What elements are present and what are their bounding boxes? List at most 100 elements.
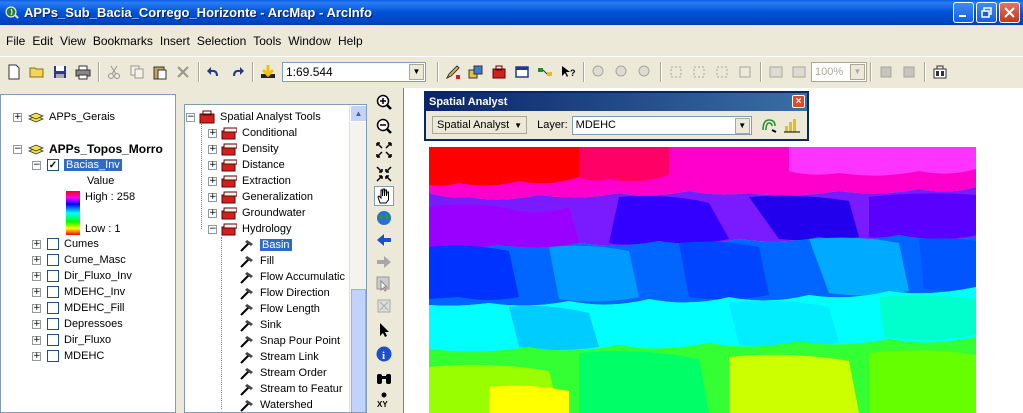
open-button[interactable] [26, 61, 48, 83]
contour-button[interactable] [758, 114, 780, 136]
expand-icon[interactable]: + [208, 160, 217, 170]
expand-icon[interactable]: + [32, 303, 41, 313]
add-data-button[interactable] [257, 61, 279, 83]
map-scale-combo[interactable]: 1:69.544 ▼ [282, 61, 426, 82]
menu-bookmarks[interactable]: Bookmarks [93, 34, 153, 48]
menu-help[interactable]: Help [338, 34, 363, 48]
collapse-icon[interactable]: − [32, 160, 41, 170]
layer-bacias-inv[interactable]: − ✓ Bacias_Inv [32, 157, 122, 173]
zoom-in-tool[interactable] [374, 92, 394, 112]
undo-button[interactable] [203, 61, 225, 83]
layer-dir-fluxo[interactable]: + Dir_Fluxo [32, 332, 111, 348]
zoom-100-button[interactable] [688, 61, 710, 83]
minimize-button[interactable] [953, 2, 974, 23]
toolset-conditional[interactable]: + Conditional [208, 125, 297, 141]
toggle-draft-button[interactable] [875, 61, 897, 83]
menu-edit[interactable]: Edit [32, 34, 53, 48]
chevron-down-icon[interactable]: ▼ [409, 63, 424, 80]
expand-icon[interactable]: + [208, 208, 217, 218]
fixed-zoom-out-button[interactable] [734, 61, 756, 83]
focus-data-frame-button[interactable] [898, 61, 920, 83]
identify-tool[interactable]: i [374, 344, 394, 364]
layer-depressoes[interactable]: + Depressoes [32, 316, 123, 332]
layer-visibility-checkbox[interactable] [47, 318, 59, 330]
expand-icon[interactable]: + [13, 112, 22, 122]
layer-visibility-checkbox[interactable] [47, 238, 59, 250]
basin-raster-map[interactable] [429, 147, 976, 413]
tool-stream-link[interactable]: Stream Link [239, 349, 319, 365]
toolset-groundwater[interactable]: + Groundwater [208, 205, 306, 221]
fixed-zoom-out-tool[interactable] [374, 164, 394, 184]
layout-zoom-out-button[interactable] [611, 61, 633, 83]
command-line-button[interactable] [511, 61, 533, 83]
menu-insert[interactable]: Insert [160, 34, 190, 48]
delete-button[interactable] [172, 61, 194, 83]
go-to-xy-tool[interactable]: XY [374, 390, 394, 410]
expand-icon[interactable]: + [32, 255, 41, 265]
layer-group-apptopos[interactable]: − APPs_Topos_Morro [13, 141, 163, 157]
tool-snap-pour-point[interactable]: Snap Pour Point [239, 333, 340, 349]
cut-button[interactable] [103, 61, 125, 83]
layer-dir-fluxo-inv[interactable]: + Dir_Fluxo_Inv [32, 268, 132, 284]
tool-fill[interactable]: Fill [239, 253, 274, 269]
menu-view[interactable]: View [60, 34, 86, 48]
change-layout-button[interactable] [929, 61, 951, 83]
layer-visibility-checkbox[interactable] [47, 350, 59, 362]
tool-stream-to-feature[interactable]: Stream to Featur [239, 381, 343, 397]
layout-zoom-combo[interactable]: 100% ▼ [811, 61, 867, 82]
tool-flow-accumulation[interactable]: Flow Accumulatic [239, 269, 345, 285]
fixed-zoom-in-tool[interactable] [374, 140, 394, 160]
toolset-generalization[interactable]: + Generalization [208, 189, 313, 205]
redo-button[interactable] [226, 61, 248, 83]
toolset-density[interactable]: + Density [208, 141, 279, 157]
forward-extent-button[interactable] [788, 61, 810, 83]
save-button[interactable] [49, 61, 71, 83]
menu-selection[interactable]: Selection [197, 34, 246, 48]
menu-tools[interactable]: Tools [253, 34, 281, 48]
paste-button[interactable] [149, 61, 171, 83]
full-extent-tool[interactable] [374, 208, 394, 228]
expand-icon[interactable]: + [32, 319, 41, 329]
chevron-down-icon[interactable]: ▼ [734, 117, 750, 134]
layer-group-appgerais[interactable]: + APPs_Gerais [13, 109, 115, 125]
expand-icon[interactable]: + [32, 287, 41, 297]
pan-tool[interactable] [374, 186, 394, 206]
tool-flow-direction[interactable]: Flow Direction [239, 285, 330, 301]
close-icon[interactable]: × [792, 95, 805, 108]
zoom-out-tool[interactable] [374, 116, 394, 136]
layer-select[interactable]: MDEHC ▼ [571, 115, 752, 135]
scrollbar-thumb[interactable] [351, 289, 366, 412]
collapse-icon[interactable]: − [13, 144, 22, 154]
histogram-button[interactable] [781, 114, 803, 136]
layer-visibility-checkbox[interactable] [47, 254, 59, 266]
expand-icon[interactable]: + [32, 335, 41, 345]
select-elements-tool[interactable] [374, 320, 394, 340]
collapse-icon[interactable]: − [186, 112, 195, 122]
collapse-icon[interactable]: − [208, 224, 217, 234]
expand-icon[interactable]: + [32, 239, 41, 249]
layout-zoom-in-button[interactable] [588, 61, 610, 83]
spatial-analyst-menu-button[interactable]: Spatial Analyst ▼ [432, 116, 528, 134]
find-tool[interactable] [374, 368, 394, 388]
print-button[interactable] [72, 61, 94, 83]
arccatalog-button[interactable] [465, 61, 487, 83]
modelbuilder-button[interactable] [534, 61, 556, 83]
toolset-hydrology[interactable]: − Hydrology [208, 221, 292, 237]
fixed-zoom-in-button[interactable] [711, 61, 733, 83]
menu-file[interactable]: File [6, 34, 25, 48]
tools-scrollbar[interactable]: ▲ [349, 105, 366, 412]
expand-icon[interactable]: + [32, 271, 41, 281]
expand-icon[interactable]: + [208, 144, 217, 154]
back-extent-tool[interactable] [374, 230, 394, 250]
tool-basin[interactable]: Basin [239, 237, 292, 253]
clear-selection-tool[interactable] [374, 296, 394, 316]
zoom-whole-page-button[interactable] [665, 61, 687, 83]
new-button[interactable] [3, 61, 25, 83]
layer-cume-masc[interactable]: + Cume_Masc [32, 252, 126, 268]
layer-visibility-checkbox[interactable] [47, 334, 59, 346]
toolset-distance[interactable]: + Distance [208, 157, 285, 173]
layout-pan-button[interactable] [634, 61, 656, 83]
select-features-tool[interactable] [374, 274, 394, 294]
layer-visibility-checkbox[interactable] [47, 270, 59, 282]
restore-button[interactable] [976, 2, 997, 23]
